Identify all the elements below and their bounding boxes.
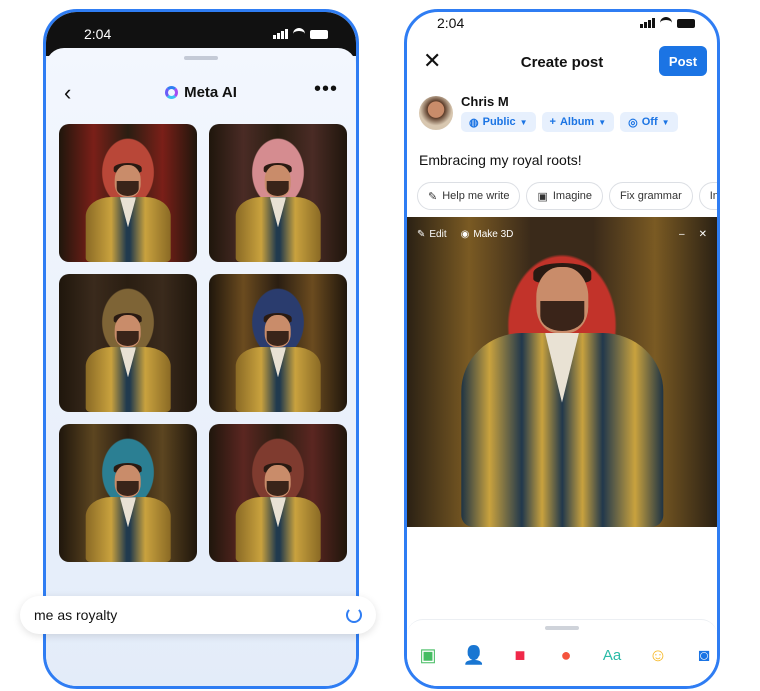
meta-ai-sheet: ‹ Meta AI ••• <box>46 48 356 686</box>
ai-tool-button[interactable]: Fix grammar <box>609 182 693 210</box>
generated-image[interactable] <box>59 124 197 262</box>
feeling-icon[interactable]: ☺ <box>647 644 669 666</box>
signal-icon <box>273 29 288 39</box>
image-toolbar: ✎ Edit ◉ Make 3D – ✕ <box>407 217 717 251</box>
portrait-figure <box>80 463 177 562</box>
ai-tool-label: Fix grammar <box>620 190 682 202</box>
battery-icon <box>310 29 328 39</box>
portrait-figure <box>230 463 327 562</box>
caret-down-icon: ▼ <box>519 117 528 127</box>
meta-ai-header: ‹ Meta AI ••• <box>46 72 356 112</box>
generated-image[interactable] <box>209 424 347 562</box>
close-image-icon[interactable]: ✕ <box>699 229 707 240</box>
generated-image[interactable] <box>59 274 197 412</box>
make-3d-button[interactable]: ◉ Make 3D <box>461 229 514 240</box>
meta-ai-logo-icon <box>165 85 179 99</box>
figure-beard <box>539 300 584 331</box>
wifi-icon <box>660 17 672 29</box>
pill-label: Public <box>482 116 516 128</box>
plus-icon: + <box>549 116 556 128</box>
ai-tools-row: ✎ Help me write ▣ Imagine Fix grammar In <box>417 182 719 210</box>
edit-label: Edit <box>429 228 447 240</box>
camera-icon[interactable]: ◙ <box>693 644 715 666</box>
meta-ai-title-text: Meta AI <box>184 83 237 101</box>
instagram-icon: ◎ <box>628 116 638 129</box>
generated-image[interactable] <box>209 124 347 262</box>
compose-toolbar: ▣ 👤 ■ ● Aa ☺ ◙ <box>407 619 717 686</box>
create-post-phone: 2:04 ✕ Create post Post Chris M ◍ Public ▼… <box>404 9 720 689</box>
caret-down-icon: ▼ <box>598 117 607 127</box>
prompt-text: me as royalty <box>34 607 118 623</box>
refresh-icon[interactable] <box>346 607 362 623</box>
audience-pills: ◍ Public ▼ + Album ▼ ◎ Off ▼ <box>461 112 678 132</box>
audience-pill-off[interactable]: ◎ Off ▼ <box>620 112 678 132</box>
tag-people-icon[interactable]: 👤 <box>463 644 485 666</box>
text-style-icon[interactable]: Aa <box>601 644 623 666</box>
battery-icon <box>677 18 695 28</box>
ai-tool-button[interactable]: ✎ Help me write <box>417 182 521 210</box>
status-icons <box>640 17 695 29</box>
generated-images-grid <box>59 124 347 562</box>
wifi-icon <box>293 28 305 40</box>
pill-label: Album <box>559 116 595 128</box>
create-post-header: ✕ Create post Post <box>407 44 717 84</box>
status-bar: 2:04 <box>407 12 717 34</box>
portrait-figure <box>230 163 327 262</box>
pen-icon: ✎ <box>428 190 438 203</box>
post-image[interactable]: ✎ Edit ◉ Make 3D – ✕ <box>407 217 717 527</box>
3d-icon: ◉ <box>460 228 470 240</box>
pencil-icon: ✎ <box>417 228 426 240</box>
signal-icon <box>640 18 655 28</box>
minimize-icon[interactable]: – <box>679 229 685 240</box>
globe-icon: ◍ <box>469 116 479 129</box>
status-time: 2:04 <box>84 26 112 42</box>
ai-tool-label: In <box>709 190 719 202</box>
more-dots-icon[interactable]: ••• <box>314 78 338 101</box>
ai-tool-button[interactable]: ▣ Imagine <box>526 182 604 210</box>
chevron-left-icon[interactable]: ‹ <box>64 80 71 106</box>
ai-tool-button[interactable]: In <box>698 182 719 210</box>
generated-image[interactable] <box>59 424 197 562</box>
prompt-bar[interactable]: me as royalty <box>20 596 376 634</box>
meta-ai-phone: 2:04 ‹ Meta AI ••• <box>43 9 359 689</box>
post-button[interactable]: Post <box>659 46 707 76</box>
status-time: 2:04 <box>437 15 465 31</box>
audience-pill-album[interactable]: + Album ▼ <box>541 112 615 132</box>
edit-button[interactable]: ✎ Edit <box>417 229 447 240</box>
ai-tool-label: Help me write <box>442 190 510 202</box>
post-text-input[interactable]: Embracing my royal roots! <box>419 152 582 168</box>
make-3d-label: Make 3D <box>473 228 514 240</box>
sheet-grabber[interactable] <box>184 56 218 60</box>
caret-down-icon: ▼ <box>661 117 670 127</box>
ai-tool-label: Imagine <box>552 190 593 202</box>
pill-label: Off <box>641 116 658 128</box>
location-icon[interactable]: ● <box>555 644 577 666</box>
audience-pill-public[interactable]: ◍ Public ▼ <box>461 112 536 132</box>
portrait-figure <box>80 163 177 262</box>
generated-image[interactable] <box>209 274 347 412</box>
photo-icon[interactable]: ▣ <box>417 644 439 666</box>
portrait-figure <box>230 313 327 412</box>
compose-icons: ▣ 👤 ■ ● Aa ☺ ◙ <box>417 644 717 666</box>
live-video-icon[interactable]: ■ <box>509 644 531 666</box>
status-icons <box>273 28 328 40</box>
compose-grabber[interactable] <box>545 626 579 630</box>
portrait-figure <box>80 313 177 412</box>
meta-ai-title: Meta AI <box>165 84 237 101</box>
author-name: Chris M <box>461 94 509 109</box>
portrait-figure <box>447 262 676 527</box>
avatar[interactable] <box>419 96 453 130</box>
image-icon: ▣ <box>537 190 548 203</box>
